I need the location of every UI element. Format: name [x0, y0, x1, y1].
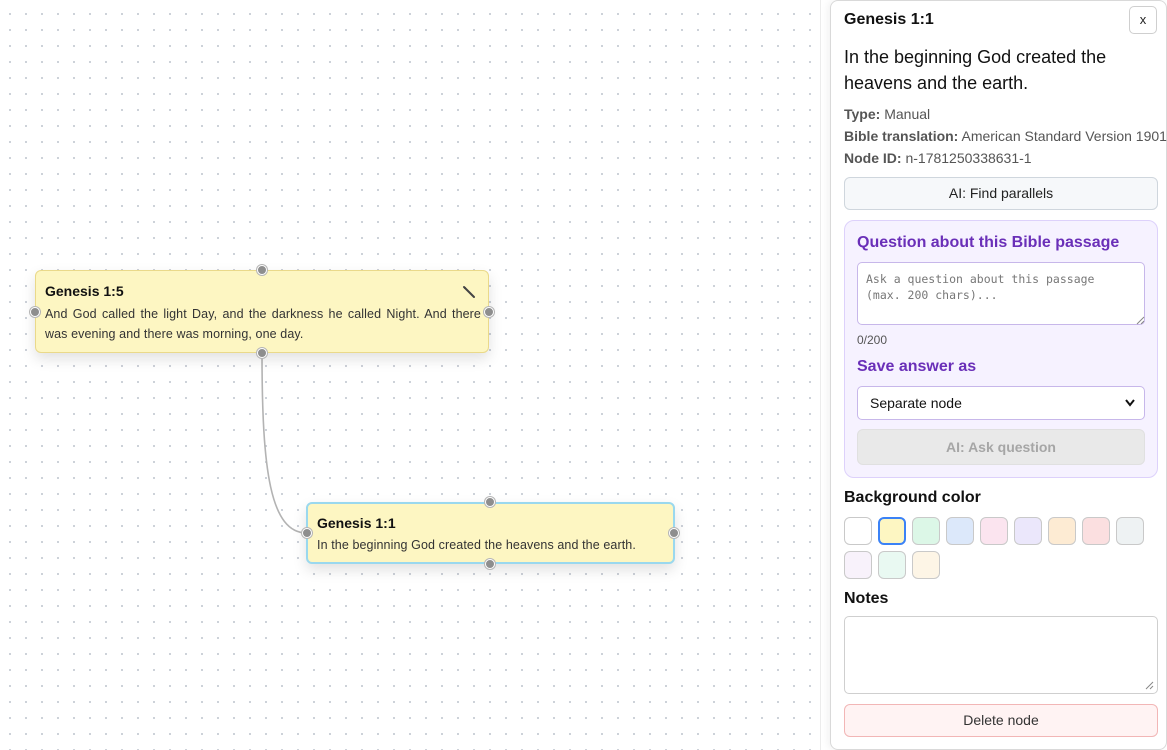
color-swatch[interactable]	[844, 517, 872, 545]
notes-field[interactable]	[844, 616, 1158, 694]
node-genesis-1-1[interactable]: Genesis 1:1 In the beginning God created…	[306, 502, 675, 564]
save-answer-selected: Separate node	[870, 395, 962, 411]
connection-handle-bottom[interactable]	[485, 559, 495, 569]
resize-grip-icon[interactable]	[1136, 316, 1145, 325]
meta-node-id-label: Node ID:	[844, 150, 902, 166]
color-swatch[interactable]	[844, 551, 872, 579]
question-input[interactable]: Ask a question about this passage (max. …	[857, 262, 1145, 325]
meta-node-id-value: n-1781250338631-1	[905, 150, 1032, 166]
char-counter: 0/200	[857, 333, 888, 347]
connection-handle-bottom[interactable]	[257, 348, 267, 358]
node-genesis-1-5[interactable]: Genesis 1:5 And God called the light Day…	[35, 270, 489, 353]
color-swatch[interactable]	[1048, 517, 1076, 545]
connection-handle-top[interactable]	[257, 265, 267, 275]
meta-translation-label: Bible translation:	[844, 128, 959, 144]
meta-translation: Bible translation: American Standard Ver…	[844, 128, 1167, 144]
color-swatch[interactable]	[1082, 517, 1110, 545]
color-swatch[interactable]	[1116, 517, 1144, 545]
find-parallels-button[interactable]: AI: Find parallels	[844, 177, 1158, 210]
save-answer-heading: Save answer as	[857, 358, 977, 375]
connection-handle-right[interactable]	[484, 307, 494, 317]
delete-node-button[interactable]: Delete node	[844, 704, 1158, 737]
node-text: And God called the light Day, and the da…	[45, 307, 481, 341]
color-swatch[interactable]	[980, 517, 1008, 545]
ask-question-button[interactable]: AI: Ask question	[857, 429, 1145, 465]
panel-title: Genesis 1:1	[844, 11, 934, 28]
connection-handle-left[interactable]	[302, 528, 312, 538]
color-swatch[interactable]	[912, 517, 940, 545]
edit-icon[interactable]	[462, 285, 476, 299]
graph-canvas[interactable]: Genesis 1:5 And God called the light Day…	[0, 0, 820, 750]
question-section: Question about this Bible passage Ask a …	[844, 220, 1158, 478]
color-swatch[interactable]	[1014, 517, 1042, 545]
color-swatch[interactable]	[878, 551, 906, 579]
connection-handle-left[interactable]	[30, 307, 40, 317]
verse-text: In the beginning God created the heavens…	[844, 47, 1107, 93]
edge-connection	[261, 352, 308, 534]
save-answer-select[interactable]: Separate node	[857, 386, 1145, 420]
node-title: Genesis 1:5	[45, 283, 124, 299]
node-title: Genesis 1:1	[317, 515, 396, 531]
close-button[interactable]: x	[1129, 6, 1157, 34]
meta-type-value: Manual	[884, 106, 931, 122]
connection-handle-right[interactable]	[669, 528, 679, 538]
node-details-panel: Genesis 1:1 x In the beginning God creat…	[830, 0, 1167, 750]
meta-translation-value: American Standard Version 1901	[961, 128, 1167, 144]
meta-type: Type: Manual	[844, 106, 930, 122]
background-color-heading: Background color	[844, 489, 981, 506]
resize-grip-icon[interactable]	[1145, 681, 1154, 690]
chevron-down-icon	[1124, 387, 1136, 431]
question-heading: Question about this Bible passage	[857, 234, 1120, 251]
edge-layer	[261, 352, 308, 534]
node-text: In the beginning God created the heavens…	[317, 538, 636, 552]
color-swatch[interactable]	[878, 517, 906, 545]
connection-handle-top[interactable]	[485, 497, 495, 507]
color-swatch[interactable]	[946, 517, 974, 545]
panel-divider	[820, 0, 821, 750]
meta-node-id: Node ID: n-1781250338631-1	[844, 150, 1032, 166]
notes-heading: Notes	[844, 590, 889, 607]
color-swatch[interactable]	[912, 551, 940, 579]
meta-type-label: Type:	[844, 106, 881, 122]
